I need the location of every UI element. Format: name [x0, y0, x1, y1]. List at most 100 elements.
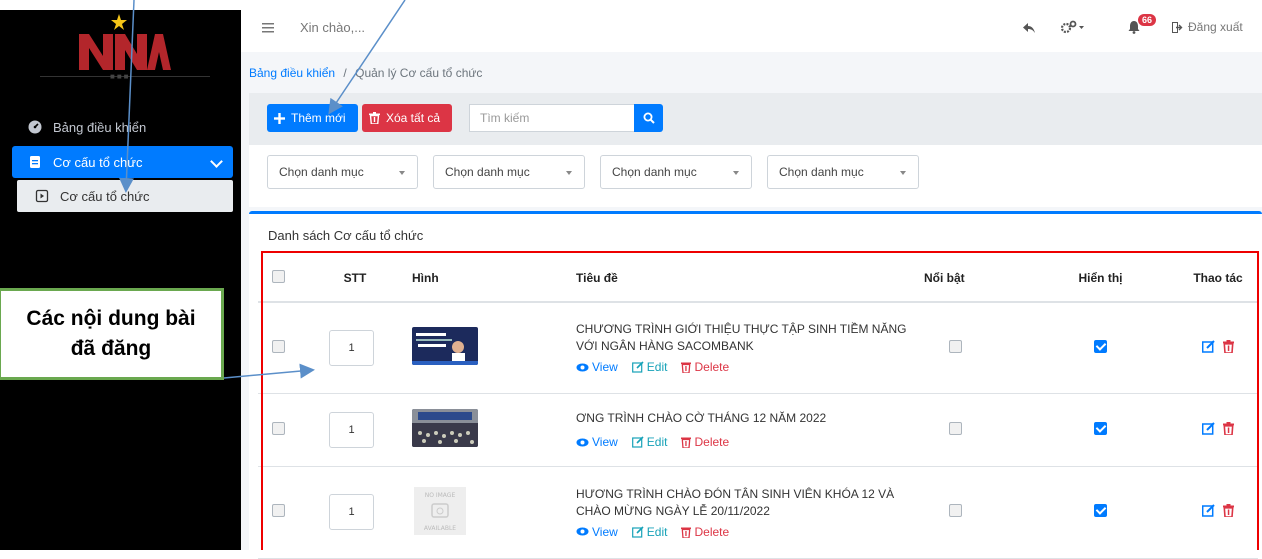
- settings-gears-icon[interactable]: [1060, 20, 1086, 34]
- sign-out-icon: [1172, 21, 1183, 33]
- sidebar-item-label: Bảng điều khiển: [53, 119, 147, 135]
- view-label: View: [592, 435, 618, 449]
- featured-checkbox[interactable]: [949, 504, 962, 517]
- notification-count-badge: 66: [1138, 14, 1157, 26]
- category-select-value: Chọn danh mục: [445, 165, 530, 179]
- eye-icon: [576, 438, 589, 446]
- visible-checkbox[interactable]: [1094, 504, 1107, 517]
- delete-link[interactable]: Delete: [681, 435, 729, 449]
- eye-icon: [576, 527, 589, 536]
- view-link[interactable]: View: [576, 435, 618, 449]
- edit-icon: [631, 525, 644, 538]
- chevron-down-icon: [210, 155, 223, 168]
- sidebar-subitem-org-structure[interactable]: Cơ cấu tổ chức: [17, 180, 233, 212]
- sidebar-item-label: Cơ cấu tổ chức: [60, 188, 150, 204]
- delete-all-button[interactable]: Xóa tất cả: [362, 104, 452, 132]
- row-checkbox[interactable]: [272, 339, 285, 353]
- delete-all-label: Xóa tất cả: [386, 111, 441, 125]
- edit-link[interactable]: Edit: [631, 360, 668, 375]
- brand-logo[interactable]: [75, 12, 171, 72]
- svg-text:AVAILABLE: AVAILABLE: [424, 525, 456, 532]
- edit-icon[interactable]: [1202, 421, 1216, 435]
- edit-icon[interactable]: [1202, 504, 1216, 517]
- post-thumbnail[interactable]: [412, 327, 478, 366]
- header-image: Hình: [411, 255, 575, 303]
- plus-icon: [274, 112, 285, 124]
- trash-icon[interactable]: [1222, 339, 1234, 354]
- trash-icon[interactable]: [1222, 421, 1234, 436]
- delete-label: Delete: [694, 435, 730, 449]
- menu-toggle-icon[interactable]: [262, 23, 274, 33]
- featured-checkbox[interactable]: [949, 421, 962, 435]
- top-navbar: [241, 10, 1262, 53]
- header-featured: Nổi bật: [923, 255, 1042, 303]
- add-new-label: Thêm mới: [291, 111, 346, 125]
- edit-label: Edit: [646, 524, 668, 539]
- featured-checkbox[interactable]: [949, 339, 962, 353]
- sidebar-item-dashboard[interactable]: Bảng điều khiển: [12, 111, 233, 143]
- delete-link[interactable]: Delete: [681, 360, 729, 374]
- table-row: 1 ƠNG TRÌNH CHÀO CỜ THÁNG 12 NĂM 2022 Vi…: [258, 393, 1258, 467]
- trash-icon: [681, 362, 692, 374]
- view-label: View: [592, 360, 618, 375]
- select-all-checkbox[interactable]: [272, 270, 285, 283]
- posts-table: STT Hình Tiêu đề Nổi bật Hiển thị Thao t…: [258, 255, 1258, 559]
- header-actions: Thao tác: [1159, 255, 1258, 303]
- visible-checkbox[interactable]: [1094, 421, 1107, 435]
- edit-link[interactable]: Edit: [631, 435, 668, 449]
- table-header-row: STT Hình Tiêu đề Nổi bật Hiển thị Thao t…: [258, 255, 1258, 303]
- annotation-callout: Các nội dung bài đã đăng: [0, 288, 224, 380]
- row-checkbox[interactable]: [272, 504, 285, 517]
- table-row: 1 NO IMAGE AVAILABLE HƯƠNG TRÌNH CHÀO ĐÓN…: [258, 466, 1258, 559]
- header-title: Tiêu đề: [575, 255, 923, 303]
- edit-icon[interactable]: [1202, 340, 1216, 353]
- category-select-2[interactable]: Chọn danh mục: [433, 155, 585, 189]
- order-input[interactable]: 1: [329, 411, 374, 448]
- view-link[interactable]: View: [576, 360, 618, 374]
- view-link[interactable]: View: [576, 525, 618, 539]
- edit-label: Edit: [646, 435, 668, 449]
- dashboard-icon: [28, 120, 42, 134]
- caret-down-icon: [566, 171, 572, 175]
- row-checkbox[interactable]: [272, 421, 285, 435]
- sidebar-item-org-structure[interactable]: Cơ cấu tổ chức: [12, 146, 233, 178]
- search-input[interactable]: Tìm kiếm: [469, 104, 635, 132]
- reply-icon[interactable]: [1022, 22, 1036, 34]
- breadcrumb-home-link[interactable]: Bảng điều khiển: [249, 66, 335, 80]
- post-title: CHƯƠNG TRÌNH GIỚI THIỆU THỰC TẬP SINH TI…: [576, 322, 907, 354]
- category-select-value: Chọn danh mục: [279, 165, 364, 179]
- post-title: ƠNG TRÌNH CHÀO CỜ THÁNG 12 NĂM 2022: [576, 411, 827, 425]
- delete-label: Delete: [694, 360, 730, 375]
- search-button[interactable]: [634, 104, 663, 132]
- delete-link[interactable]: Delete: [681, 525, 729, 539]
- visible-checkbox[interactable]: [1094, 339, 1107, 353]
- add-new-button[interactable]: Thêm mới: [267, 104, 358, 132]
- trash-icon[interactable]: [1222, 504, 1234, 518]
- no-image-placeholder[interactable]: NO IMAGE AVAILABLE: [414, 486, 466, 535]
- order-input[interactable]: 1: [329, 494, 374, 530]
- category-select-4[interactable]: Chọn danh mục: [767, 155, 919, 189]
- logout-link[interactable]: Đăng xuất: [1172, 20, 1243, 34]
- edit-link[interactable]: Edit: [631, 524, 668, 539]
- svg-text:NO IMAGE: NO IMAGE: [425, 492, 456, 499]
- post-thumbnail[interactable]: [412, 409, 478, 447]
- logo-dots: ■■■: [110, 72, 131, 81]
- caret-down-icon: [900, 171, 906, 175]
- breadcrumb-current: Quản lý Cơ cấu tổ chức: [355, 66, 483, 80]
- category-select-value: Chọn danh mục: [612, 165, 697, 179]
- header-stt: STT: [316, 255, 411, 303]
- header-visible: Hiển thị: [1042, 255, 1159, 303]
- category-select-1[interactable]: Chọn danh mục: [267, 155, 418, 189]
- sidebar-item-label: Cơ cấu tổ chức: [53, 154, 143, 170]
- caret-down-icon: [733, 171, 739, 175]
- caret-down-icon: [399, 171, 405, 175]
- table-row: 1 CHƯƠNG TRÌNH GIỚI THIỆU THỰC TẬP SINH …: [258, 302, 1258, 394]
- sidebar: [0, 10, 241, 550]
- edit-icon: [631, 361, 644, 373]
- order-input[interactable]: 1: [329, 329, 374, 366]
- search-icon: [643, 112, 655, 124]
- view-label: View: [592, 524, 618, 539]
- category-select-3[interactable]: Chọn danh mục: [600, 155, 752, 189]
- post-title: HƯƠNG TRÌNH CHÀO ĐÓN TÂN SINH VIÊN KHÓA …: [576, 486, 895, 518]
- edit-label: Edit: [646, 360, 668, 375]
